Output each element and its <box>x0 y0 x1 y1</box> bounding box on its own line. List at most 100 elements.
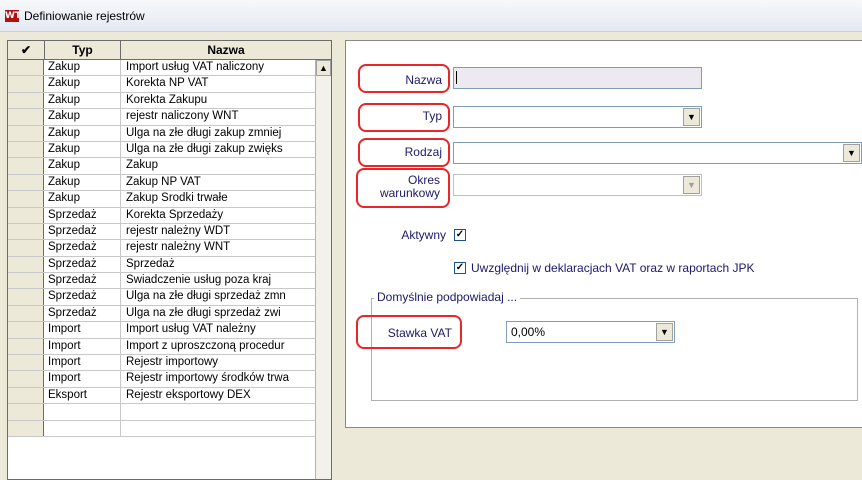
table-row[interactable]: Zakup Korekta Zakupu <box>8 92 315 110</box>
uwzglednij-label: Uwzględnij w deklaracjach VAT oraz w rap… <box>471 261 755 275</box>
row-check-cell[interactable] <box>8 191 44 207</box>
row-nazwa: rejestr naliczony WNT <box>126 110 239 123</box>
table-row[interactable]: Sprzedaż Korekta Sprzedaży <box>8 207 315 224</box>
registers-grid[interactable]: ✔ Typ Nazwa Zakup Import usług VAT nalicz… <box>7 40 332 480</box>
row-check-cell[interactable] <box>8 256 44 273</box>
row-nazwa: Ulga na złe długi sprzedaż zwi <box>126 306 281 319</box>
chevron-down-icon[interactable]: ▼ <box>656 323 673 341</box>
row-check-cell[interactable] <box>8 158 44 174</box>
table-row[interactable]: Zakup Zakup Środki trwałe <box>8 191 315 208</box>
row-check-cell[interactable] <box>8 76 44 92</box>
table-row[interactable]: Sprzedaż Sprzedaż <box>8 256 315 274</box>
row-typ: Sprzedaż <box>48 274 97 287</box>
typ-label: Typ <box>422 109 442 123</box>
table-row[interactable]: Import Rejestr importowy <box>8 355 315 372</box>
cell-divider <box>120 240 121 256</box>
table-row[interactable]: Zakup Zakup <box>8 158 315 175</box>
cell-divider <box>120 191 121 207</box>
okres-select[interactable]: ▼ <box>453 174 702 196</box>
row-check-cell[interactable] <box>8 240 44 256</box>
row-check-cell[interactable] <box>8 338 44 355</box>
table-row[interactable]: Sprzedaż Ulga na złe długi sprzedaż zwi <box>8 305 315 323</box>
row-typ: Zakup <box>48 110 80 123</box>
row-nazwa: Ulga na złe długi zakup zmniej <box>126 126 282 139</box>
cell-divider <box>120 60 121 76</box>
row-nazwa: Ulga na złe długi zakup zwięks <box>126 142 283 155</box>
row-typ: Zakup <box>48 126 80 139</box>
row-nazwa: Rejestr importowy <box>126 356 219 369</box>
row-nazwa: Import usług VAT naliczony <box>126 61 265 73</box>
typ-select[interactable]: ▼ <box>453 106 702 128</box>
cell-divider <box>120 174 121 191</box>
cell-divider <box>120 207 121 223</box>
row-check-cell[interactable] <box>8 223 44 240</box>
table-row[interactable] <box>8 420 315 437</box>
table-row[interactable]: Eksport Rejestr eksportowy DEX <box>8 387 315 405</box>
row-typ: Import <box>48 356 81 369</box>
table-row[interactable]: Zakup Ulga na złe długi zakup zmniej <box>8 125 315 142</box>
table-row[interactable]: Zakup Korekta NP VAT <box>8 76 315 93</box>
column-header-nazwa[interactable]: Nazwa <box>121 41 331 59</box>
cell-divider <box>120 92 121 109</box>
row-check-cell[interactable] <box>8 420 44 436</box>
cell-divider <box>120 256 121 273</box>
uwzglednij-checkbox[interactable]: ✓ <box>454 262 466 274</box>
row-check-cell[interactable] <box>8 174 44 191</box>
stawka-select[interactable]: 0,00% ▼ <box>506 321 675 343</box>
stawka-label: Stawka VAT <box>387 326 452 340</box>
table-row[interactable]: Import Import z uproszczoną procedur <box>8 338 315 356</box>
row-check-cell[interactable] <box>8 273 44 289</box>
nazwa-label: Nazwa <box>405 73 442 87</box>
table-row[interactable]: Zakup Zakup NP VAT <box>8 174 315 192</box>
cell-divider <box>120 273 121 289</box>
row-check-cell[interactable] <box>8 387 44 404</box>
row-nazwa: Korekta Sprzedaży <box>126 208 224 221</box>
grid-rows: Zakup Import usług VAT naliczony Zakup Kore… <box>8 60 315 437</box>
grid-scrollbar[interactable]: ▲ <box>315 60 331 479</box>
arrow-up-icon[interactable]: ▲ <box>316 60 331 76</box>
row-check-cell[interactable] <box>8 92 44 109</box>
row-typ: Zakup <box>48 142 80 155</box>
row-check-cell[interactable] <box>8 371 44 387</box>
table-row[interactable]: Import Import usług VAT należny <box>8 322 315 339</box>
aktywny-checkbox[interactable]: ✓ <box>454 229 466 241</box>
row-typ: Import <box>48 372 81 385</box>
column-header-check[interactable]: ✔ <box>8 41 45 59</box>
cell-divider <box>120 387 121 404</box>
nazwa-input[interactable] <box>453 67 702 89</box>
table-row[interactable]: Sprzedaż rejestr należny WDT <box>8 223 315 241</box>
row-check-cell[interactable] <box>8 322 44 338</box>
panel-footer <box>345 428 862 480</box>
rodzaj-label: Rodzaj <box>404 145 442 159</box>
row-check-cell[interactable] <box>8 109 44 125</box>
table-row[interactable] <box>8 404 315 421</box>
row-typ: Import <box>48 323 81 336</box>
row-check-cell[interactable] <box>8 125 44 141</box>
row-check-cell[interactable] <box>8 207 44 223</box>
table-row[interactable]: Zakup Ulga na złe długi zakup zwięks <box>8 141 315 159</box>
row-check-cell[interactable] <box>8 305 44 322</box>
chevron-down-icon[interactable]: ▼ <box>683 176 700 194</box>
table-row[interactable]: Sprzedaż Ulga na złe długi sprzedaż zmn <box>8 289 315 306</box>
cell-divider <box>120 141 121 158</box>
row-typ: Sprzedaż <box>48 224 97 237</box>
table-row[interactable]: Zakup Import usług VAT naliczony <box>8 60 315 77</box>
title-bar: WT Definiowanie rejestrów <box>0 0 862 32</box>
row-typ: Zakup <box>48 159 80 172</box>
table-row[interactable]: Import Rejestr importowy środków trwa <box>8 371 315 388</box>
row-check-cell[interactable] <box>8 60 44 76</box>
chevron-down-icon[interactable]: ▼ <box>683 108 700 126</box>
table-row[interactable]: Sprzedaż rejestr należny WNT <box>8 240 315 257</box>
row-check-cell[interactable] <box>8 141 44 158</box>
row-check-cell[interactable] <box>8 355 44 371</box>
rodzaj-select[interactable]: ▼ <box>453 142 862 164</box>
column-header-typ[interactable]: Typ <box>45 41 121 59</box>
row-typ: Import <box>48 339 81 352</box>
stawka-value: 0,00% <box>511 325 546 339</box>
table-row[interactable]: Sprzedaż Świadczenie usług poza kraj <box>8 273 315 290</box>
text-cursor <box>456 71 457 84</box>
row-check-cell[interactable] <box>8 404 44 420</box>
chevron-down-icon[interactable]: ▼ <box>843 144 860 162</box>
table-row[interactable]: Zakup rejestr naliczony WNT <box>8 109 315 126</box>
row-check-cell[interactable] <box>8 289 44 305</box>
